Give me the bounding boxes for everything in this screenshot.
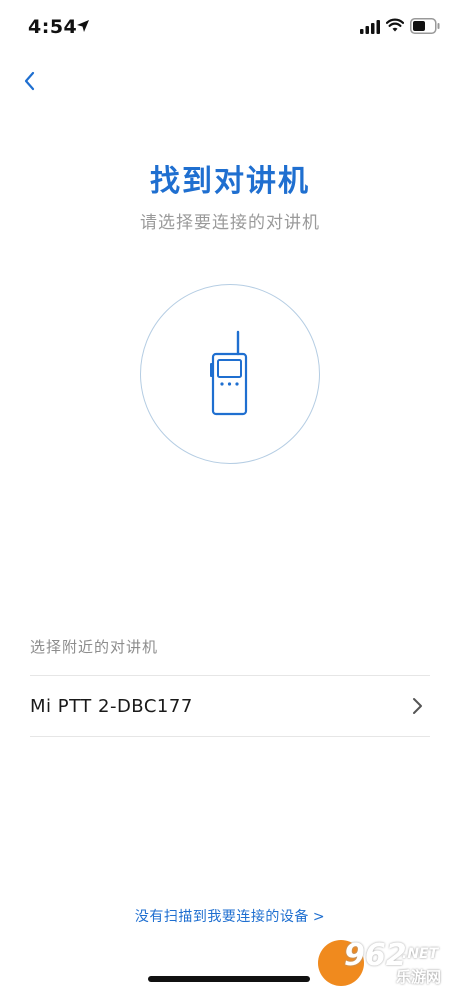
location-arrow-icon [77,20,89,32]
watermark-suffix: .NET [402,946,439,962]
chevron-left-icon [24,71,35,91]
back-button[interactable] [14,66,44,96]
device-illustration-circle [140,284,320,464]
walkie-talkie-icon [210,330,248,416]
chevron-right-icon [413,698,422,714]
device-not-found-label: 没有扫描到我要连接的设备 [134,909,309,925]
battery-icon [410,18,440,34]
link-arrow-icon: > [312,909,326,925]
list-divider-bottom [30,736,430,737]
home-indicator[interactable] [148,976,310,982]
page-title: 找到对讲机 [150,164,310,199]
section-label: 选择附近的对讲机 [30,638,159,656]
signal-icon [360,20,380,34]
page-subtitle: 请选择要连接的对讲机 [140,213,320,233]
site-watermark-logo: 962 .NET 乐游网 [318,938,454,992]
status-time: 4:54 [28,16,78,38]
device-not-found-link[interactable]: 没有扫描到我要连接的设备 > [0,906,460,926]
status-bar: 4:54 [0,0,460,56]
wifi-icon [386,18,404,32]
device-name: Mi PTT 2-DBC177 [30,695,193,717]
device-list-item[interactable]: Mi PTT 2-DBC177 [30,676,430,736]
watermark-site: 乐游网 [396,968,442,986]
